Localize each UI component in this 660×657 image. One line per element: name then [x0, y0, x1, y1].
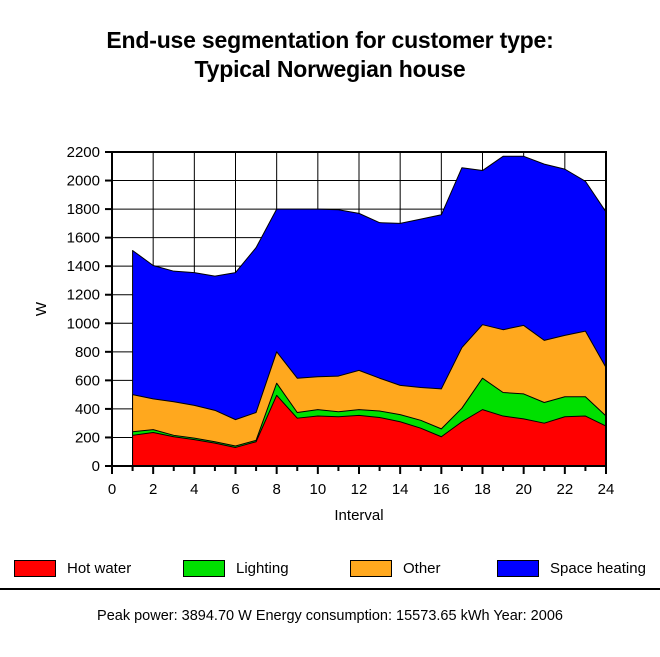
legend-item-lighting[interactable]: Lighting	[183, 557, 289, 579]
svg-text:4: 4	[190, 481, 198, 498]
chart-legend: Hot water Lighting Other Space heating	[0, 548, 660, 590]
legend-label-hot-water: Hot water	[67, 559, 132, 577]
legend-label-space-heating: Space heating	[550, 559, 646, 577]
page-title: End-use segmentation for customer type: …	[0, 26, 660, 85]
svg-text:14: 14	[392, 481, 409, 498]
legend-swatch-space-heating	[497, 559, 539, 577]
chart-footer-stats: Peak power: 3894.70 W Energy consumption…	[97, 608, 563, 624]
x-axis-ticks: 0 2 4 6 8 10 12 14 16 18 20 22 24	[108, 466, 615, 498]
svg-text:18: 18	[474, 481, 491, 498]
legend-swatch-lighting	[183, 559, 225, 577]
chart-canvas: 0200400600800100012001400160018002000220…	[33, 144, 615, 524]
area-series-group	[132, 155, 607, 467]
y-axis-ticks: 0 200 400 600 800 1000 1200 1400 1600 1800 2000 220…	[67, 144, 112, 475]
svg-text:8: 8	[272, 481, 280, 498]
svg-text:22: 22	[556, 481, 573, 498]
legend-label-lighting: Lighting	[236, 559, 289, 577]
svg-text:0: 0	[92, 458, 100, 475]
svg-text:1200: 1200	[67, 287, 100, 304]
chart-page: End-use segmentation for customer type: …	[0, 0, 660, 657]
svg-text:2000: 2000	[67, 173, 100, 190]
legend-swatch-hot-water	[14, 559, 56, 577]
svg-text:1600: 1600	[67, 230, 100, 247]
svg-text:20: 20	[515, 481, 532, 498]
legend-label-other: Other	[403, 559, 441, 577]
svg-text:200: 200	[75, 429, 100, 446]
x-axis-label: Interval	[334, 507, 383, 524]
svg-text:1000: 1000	[67, 315, 100, 332]
svg-text:1400: 1400	[67, 258, 100, 275]
svg-text:800: 800	[75, 344, 100, 361]
svg-text:16: 16	[433, 481, 450, 498]
svg-text:10: 10	[309, 481, 326, 498]
svg-text:400: 400	[75, 401, 100, 418]
legend-item-space-heating[interactable]: Space heating	[497, 557, 646, 579]
svg-text:12: 12	[351, 481, 368, 498]
svg-text:1800: 1800	[67, 201, 100, 218]
legend-item-other[interactable]: Other	[350, 557, 441, 579]
title-line-2: Typical Norwegian house	[194, 56, 466, 83]
svg-text:600: 600	[75, 372, 100, 389]
title-line-1: End-use segmentation for customer type:	[106, 27, 554, 53]
svg-text:0: 0	[108, 481, 116, 498]
svg-text:24: 24	[598, 481, 615, 498]
y-axis-label: W	[33, 301, 50, 316]
legend-swatch-other	[350, 559, 392, 577]
legend-item-hot-water[interactable]: Hot water	[14, 557, 131, 579]
svg-text:2200: 2200	[67, 144, 100, 161]
svg-text:6: 6	[231, 481, 239, 498]
stacked-area-chart: 0 200 400 600 800 1000 1200 1400 1600 1800 2000 220…	[0, 130, 660, 530]
svg-text:2: 2	[149, 481, 157, 498]
